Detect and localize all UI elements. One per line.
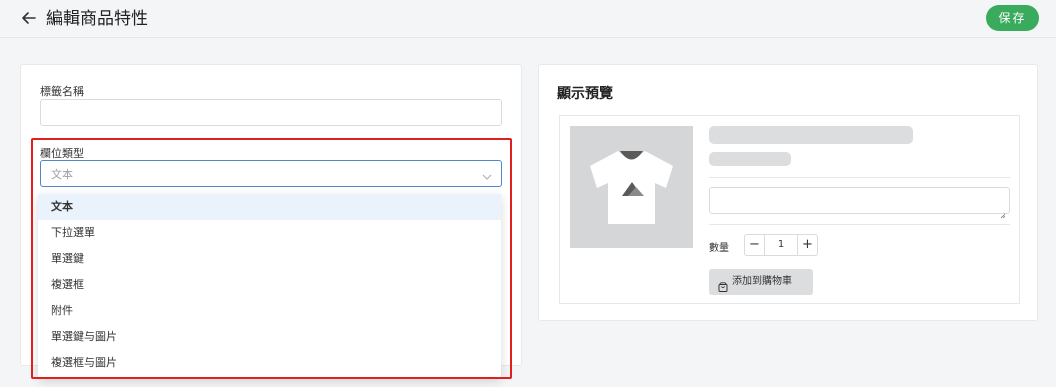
chevron-down-icon [481, 168, 493, 180]
quantity-plus-button[interactable]: + [797, 235, 817, 255]
tshirt-placeholder-icon [570, 126, 693, 248]
tag-name-input[interactable] [40, 99, 502, 126]
dropdown-option-attachment[interactable]: 附件 [38, 298, 501, 324]
add-to-cart-label: 添加到購物車 [732, 276, 792, 287]
dropdown-option-radio[interactable]: 單選鍵 [38, 246, 501, 272]
divider [709, 224, 1010, 225]
resize-handle-icon [1000, 204, 1006, 219]
preview-box: 數量 − 1 + 添加到購物車 [559, 115, 1020, 304]
top-bar: 編輯商品特性 保存 [0, 0, 1056, 38]
field-type-dropdown: 文本 下拉選單 單選鍵 複選框 附件 單選鍵与圖片 複選框与圖片 [38, 194, 501, 378]
back-arrow-icon[interactable] [20, 9, 38, 27]
preview-text-input[interactable] [709, 187, 1010, 219]
dropdown-option-checkbox[interactable]: 複選框 [38, 272, 501, 298]
shopping-bag-icon [718, 277, 728, 292]
dropdown-option-text[interactable]: 文本 [38, 194, 501, 220]
dropdown-option-dropdown[interactable]: 下拉選單 [38, 220, 501, 246]
quantity-minus-button[interactable]: − [745, 235, 765, 255]
divider [709, 177, 1010, 178]
quantity-value[interactable]: 1 [765, 235, 797, 255]
quantity-label: 數量 [709, 243, 729, 254]
page-title: 編輯商品特性 [46, 9, 148, 29]
preview-card: 顯示預覽 數量 − 1 + 添加到購物車 [538, 64, 1038, 321]
preview-title: 顯示預覽 [557, 86, 613, 102]
field-type-select[interactable]: 文本 [40, 160, 502, 187]
dropdown-option-radio-with-image[interactable]: 單選鍵与圖片 [38, 324, 501, 350]
field-type-label: 欄位類型 [40, 147, 84, 160]
dropdown-option-checkbox-with-image[interactable]: 複選框与圖片 [38, 350, 501, 376]
quantity-stepper: − 1 + [744, 234, 818, 256]
tag-name-label: 標籤名稱 [40, 85, 84, 98]
add-to-cart-button[interactable]: 添加到購物車 [709, 269, 813, 295]
skeleton-product-price [709, 152, 791, 166]
field-type-select-value: 文本 [51, 168, 73, 181]
save-button[interactable]: 保存 [986, 5, 1039, 31]
skeleton-product-name [709, 126, 913, 144]
